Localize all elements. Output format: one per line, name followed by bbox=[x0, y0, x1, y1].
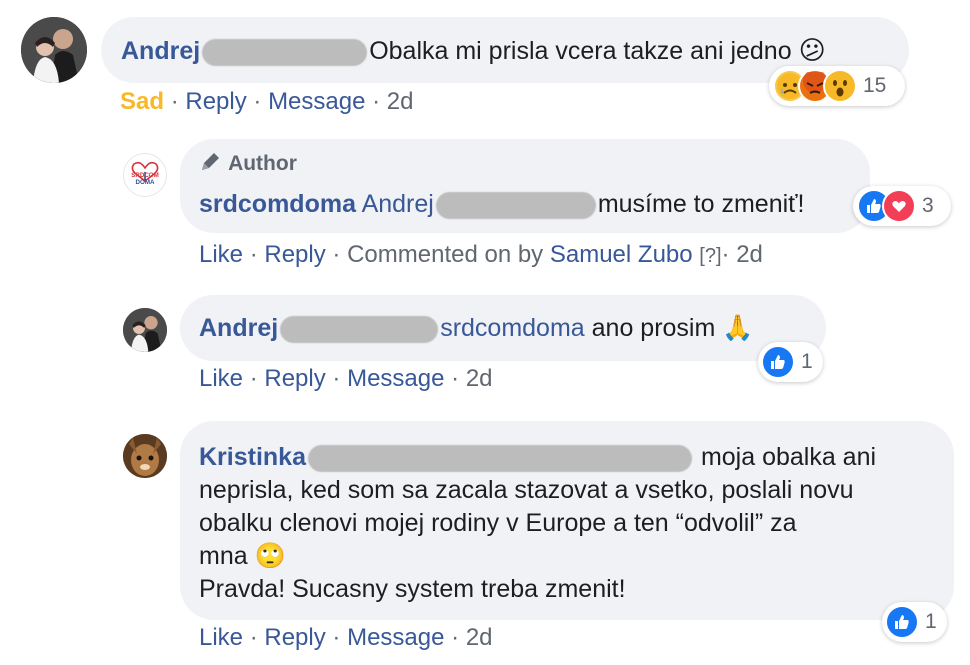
reaction-count: 1 bbox=[925, 610, 937, 633]
comment-text-line: mna bbox=[199, 542, 248, 570]
comment-text: musíme to zmeniť! bbox=[597, 190, 805, 218]
timestamp[interactable]: 2d bbox=[466, 365, 493, 392]
avatar[interactable] bbox=[21, 17, 87, 83]
avatar[interactable] bbox=[123, 434, 167, 478]
redacted-name bbox=[202, 38, 368, 66]
reactions-summary[interactable]: 1 bbox=[882, 602, 947, 642]
comment-text-line: neprisla, ked som sa zacala stazovat a v… bbox=[199, 476, 854, 504]
love-reaction-icon bbox=[882, 189, 916, 223]
comment-text-line: obalku clenovi mojej rodiny v Europe a t… bbox=[199, 509, 797, 537]
comment-bubble: Andrej srdcomdoma ano prosim 🙏 bbox=[180, 295, 826, 361]
commenter-name[interactable]: Andrej bbox=[199, 314, 278, 342]
logo-text-top: SRDCOM bbox=[131, 172, 159, 179]
reaction-count: 3 bbox=[922, 194, 934, 217]
redacted-name bbox=[280, 315, 439, 343]
timestamp[interactable]: 2d bbox=[466, 624, 493, 651]
comment-text: ano prosim bbox=[591, 314, 716, 342]
sad-reaction-label[interactable]: Sad bbox=[120, 88, 164, 115]
reply-link[interactable]: Reply bbox=[264, 365, 325, 392]
commenter-name[interactable]: srdcomdoma bbox=[199, 190, 356, 218]
pencil-icon bbox=[199, 149, 223, 180]
author-badge: Author bbox=[199, 149, 870, 180]
like-link[interactable]: Like bbox=[199, 624, 243, 651]
comment-text-line: moja obalka ani bbox=[700, 443, 877, 471]
like-reaction-icon bbox=[885, 605, 919, 639]
like-link[interactable]: Like bbox=[199, 365, 243, 392]
redacted-name bbox=[307, 444, 692, 472]
message-link[interactable]: Message bbox=[268, 88, 365, 115]
reply-link[interactable]: Reply bbox=[264, 624, 325, 651]
eye-roll-emoji: 🙄 bbox=[254, 542, 286, 570]
commented-on-by-label: Commented on by bbox=[347, 241, 544, 268]
reply-link[interactable]: Reply bbox=[264, 241, 325, 268]
message-link[interactable]: Message bbox=[347, 365, 444, 392]
praying-hands-emoji: 🙏 bbox=[722, 314, 754, 342]
commenter-name[interactable]: Kristinka bbox=[199, 443, 306, 471]
reaction-count: 15 bbox=[863, 74, 887, 97]
page-avatar[interactable]: SRDCOM DOMA bbox=[123, 153, 167, 197]
comment-actions: Like · Reply · Message · 2d bbox=[199, 365, 493, 392]
reply-link[interactable]: Reply bbox=[185, 88, 246, 115]
logo-text-bottom: DOMA bbox=[136, 179, 155, 186]
comment-bubble: Kristinka moja obalka ani neprisla, ked … bbox=[180, 421, 954, 620]
comment-text-line: Pravda! Sucasny system treba zmenit! bbox=[199, 575, 626, 603]
message-link[interactable]: Message bbox=[347, 624, 444, 651]
wow-reaction-icon bbox=[823, 69, 857, 103]
help-link[interactable]: [?] bbox=[699, 245, 721, 267]
reaction-count: 1 bbox=[801, 350, 813, 373]
avatar[interactable] bbox=[123, 308, 167, 352]
reactions-summary[interactable]: 3 bbox=[853, 186, 951, 226]
timestamp[interactable]: 2d bbox=[736, 241, 763, 268]
like-link[interactable]: Like bbox=[199, 241, 243, 268]
comment-actions: Like · Reply · Commented on by Samuel Zu… bbox=[199, 241, 763, 268]
comment-actions: Sad · Reply · Message · 2d bbox=[120, 88, 414, 115]
like-reaction-icon bbox=[761, 345, 795, 379]
mention-link[interactable]: Andrej bbox=[362, 190, 434, 218]
reactions-summary[interactable]: 1 bbox=[758, 342, 823, 382]
reactions-summary[interactable]: 15 bbox=[769, 66, 905, 106]
commenter-name[interactable]: Andrej bbox=[121, 37, 200, 65]
mention-link[interactable]: srdcomdoma bbox=[440, 314, 585, 342]
comment-actions: Like · Reply · Message · 2d bbox=[199, 624, 493, 651]
commenter-link[interactable]: Samuel Zubo bbox=[550, 241, 693, 268]
comment-bubble: Author srdcomdoma Andrej musíme to zmeniť… bbox=[180, 139, 870, 233]
redacted-name bbox=[435, 191, 596, 219]
comment-text: Obalka mi prisla vcera takze ani jedno bbox=[369, 37, 792, 65]
timestamp[interactable]: 2d bbox=[387, 88, 414, 115]
confused-emoji: 😕 bbox=[798, 35, 826, 65]
